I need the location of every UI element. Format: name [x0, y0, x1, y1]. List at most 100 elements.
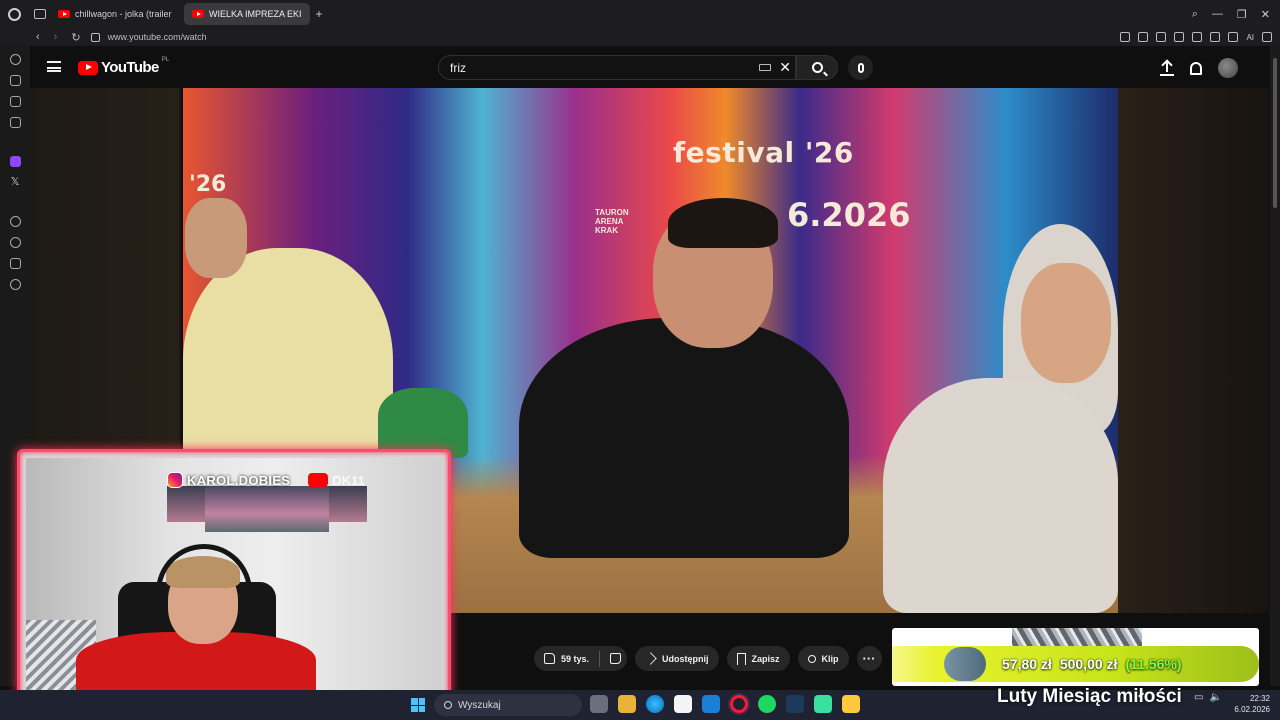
- back-button[interactable]: ‹: [36, 31, 40, 44]
- donation-goal-widget: 57,80 zł 500,00 zł (11.56%): [892, 628, 1259, 686]
- extensions-icon[interactable]: [1210, 32, 1221, 42]
- instagram-handle: KAROL.DOBIES: [187, 472, 291, 488]
- video-banner-date: 6.2026: [787, 196, 911, 234]
- like-icon[interactable]: [544, 653, 555, 664]
- new-tab-button[interactable]: +: [316, 7, 323, 21]
- scrollbar-thumb[interactable]: [1273, 58, 1277, 208]
- bookmark-icon: [736, 652, 746, 665]
- video-actions: 59 tys. Udostępnij Zapisz Klip ···: [534, 646, 882, 671]
- social-handles: KAROL.DOBIES DK11: [167, 468, 439, 492]
- reload-button[interactable]: ↻: [71, 31, 80, 44]
- navigation-buttons: ‹ › ↻: [36, 31, 81, 44]
- keyboard-icon[interactable]: [759, 64, 771, 71]
- youtube-favicon-icon: [58, 10, 70, 18]
- opera-gx-icon[interactable]: [730, 695, 748, 713]
- youtube-handle: DK11: [332, 472, 365, 488]
- volume-icon[interactable]: 🔈: [1209, 692, 1221, 703]
- goal-current: 57,80 zł: [1002, 656, 1052, 672]
- store-icon[interactable]: [674, 695, 692, 713]
- lock-icon[interactable]: [90, 32, 100, 42]
- streamer-webcam-overlay: KAROL.DOBIES DK11: [17, 449, 451, 699]
- clear-search-icon[interactable]: ✕: [779, 59, 791, 76]
- opera-menu-icon[interactable]: [0, 0, 28, 28]
- search-input[interactable]: friz ✕: [438, 55, 796, 80]
- youtube-favicon-icon: [192, 10, 204, 18]
- history-icon[interactable]: [9, 237, 21, 248]
- task-view-icon[interactable]: [590, 695, 608, 713]
- taskbar-search-input[interactable]: Wyszukaj: [434, 694, 582, 716]
- browser-tab-bar: chillwagon - jolka (trailer) WIELKA IMPR…: [0, 0, 1280, 28]
- more-actions-button[interactable]: ···: [856, 646, 882, 671]
- menu-icon[interactable]: [1262, 32, 1272, 42]
- save-label: Zapisz: [751, 653, 780, 664]
- avatar[interactable]: [1218, 58, 1238, 78]
- minimize-button[interactable]: —: [1212, 8, 1223, 20]
- notifications-bell-icon[interactable]: [1190, 61, 1202, 75]
- video-banner-year: '26: [189, 172, 227, 197]
- search-icon: [811, 62, 823, 73]
- search-tabs-icon[interactable]: ⌕: [1192, 8, 1198, 21]
- chat-icon[interactable]: [9, 75, 21, 86]
- save-button[interactable]: Zapisz: [726, 646, 790, 671]
- system-tray: ▭ 🔈: [1194, 692, 1222, 703]
- close-window-button[interactable]: ✕: [1261, 8, 1270, 21]
- clip-button[interactable]: Klip: [797, 646, 849, 671]
- steam-icon[interactable]: [786, 695, 804, 713]
- player-sidebar-icon[interactable]: [9, 216, 21, 227]
- messenger-icon[interactable]: [9, 117, 21, 128]
- forward-button[interactable]: ›: [54, 31, 58, 44]
- twitch-icon[interactable]: [9, 156, 21, 167]
- goal-percent: (11.56%): [1125, 656, 1182, 672]
- tab-title: chillwagon - jolka (trailer): [75, 9, 172, 19]
- video-banner-title: festival '26: [673, 136, 854, 169]
- extensions-sidebar-icon[interactable]: [9, 258, 21, 269]
- extension-sidebar-icon[interactable]: [9, 96, 21, 107]
- like-count[interactable]: 59 tys.: [561, 654, 589, 664]
- settings-icon[interactable]: [9, 279, 21, 290]
- tab-chillwagon[interactable]: chillwagon - jolka (trailer): [50, 3, 180, 25]
- taskbar-apps: [590, 695, 860, 713]
- windows-start-icon[interactable]: [411, 698, 425, 712]
- window-controls: ⌕ — ❐ ✕: [1192, 0, 1270, 28]
- scissors-icon: [807, 654, 816, 663]
- url-field[interactable]: www.youtube.com/watch: [108, 32, 207, 42]
- adblock-icon[interactable]: [1156, 32, 1167, 42]
- youtube-play-icon: [78, 60, 98, 75]
- snapshot-icon[interactable]: [1138, 32, 1149, 42]
- mail-icon[interactable]: [702, 695, 720, 713]
- x-twitter-icon[interactable]: 𝕏: [10, 177, 21, 188]
- microphone-icon: [857, 62, 864, 73]
- youtube-logo[interactable]: YouTube PL: [78, 57, 169, 76]
- clip-label: Klip: [821, 653, 839, 664]
- youtube-header: YouTube PL friz ✕: [30, 46, 1270, 88]
- aria-icon[interactable]: [9, 54, 21, 65]
- network-icon[interactable]: ▭: [1194, 692, 1203, 703]
- hamburger-menu-icon[interactable]: [47, 61, 61, 72]
- file-explorer-icon[interactable]: [618, 695, 636, 713]
- taskbar-search-placeholder: Wyszukaj: [458, 699, 501, 711]
- page-scrollbar[interactable]: [1270, 46, 1280, 686]
- download-icon[interactable]: [1228, 32, 1239, 42]
- pin-icon[interactable]: [1120, 32, 1131, 42]
- edge-icon[interactable]: [646, 695, 664, 713]
- instagram-icon: [167, 472, 183, 488]
- taskbar-clock[interactable]: 22:32 6.02.2026: [1232, 693, 1270, 715]
- tab-wielka-impreza[interactable]: WIELKA IMPREZA EKI: [184, 3, 310, 25]
- dislike-icon[interactable]: [610, 653, 622, 664]
- voice-search-button[interactable]: [848, 55, 873, 80]
- youtube-icon: [308, 473, 329, 487]
- search-button[interactable]: [796, 55, 838, 80]
- search-query: friz: [450, 60, 466, 75]
- address-bar: ‹ › ↻ www.youtube.com/watch AI: [0, 28, 1280, 46]
- ai-button[interactable]: AI: [1246, 33, 1254, 42]
- player-icon[interactable]: [1174, 32, 1185, 42]
- maximize-button[interactable]: ❐: [1237, 8, 1247, 21]
- workspaces-icon[interactable]: [34, 9, 46, 19]
- heart-icon[interactable]: [1192, 32, 1203, 42]
- app-icon[interactable]: [814, 695, 832, 713]
- goal-text: 57,80 zł 500,00 zł (11.56%): [1002, 656, 1181, 672]
- spotify-icon[interactable]: [758, 695, 776, 713]
- upload-icon[interactable]: [1160, 60, 1174, 76]
- app-icon[interactable]: [842, 695, 860, 713]
- share-button[interactable]: Udostępnij: [635, 646, 719, 671]
